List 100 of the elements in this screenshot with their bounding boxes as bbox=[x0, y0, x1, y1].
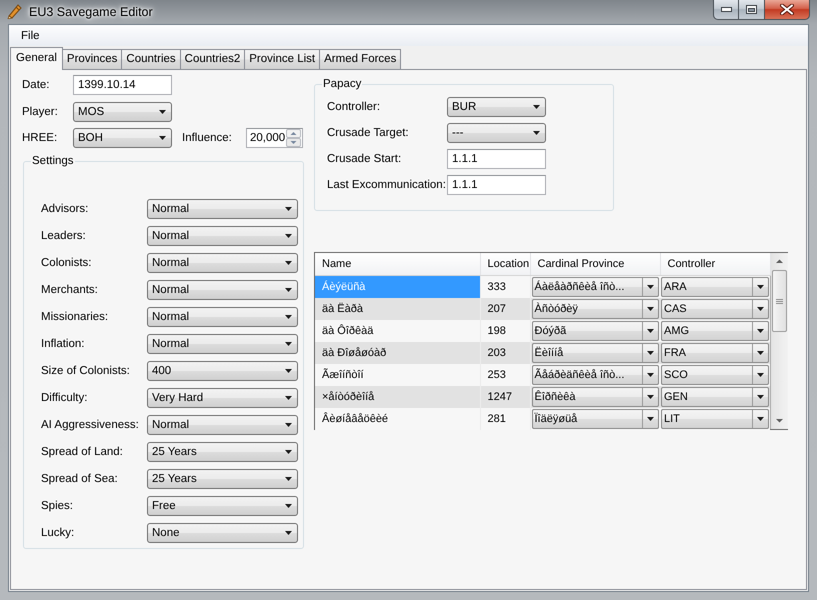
dropdown[interactable]: Very Hard bbox=[147, 388, 298, 408]
column-header[interactable]: Controller bbox=[660, 253, 770, 275]
caret-icon bbox=[285, 423, 292, 427]
tab[interactable]: Countries bbox=[121, 49, 181, 69]
caret-icon bbox=[285, 315, 292, 319]
table-cell[interactable]: äà Ôîðêàä bbox=[315, 320, 480, 342]
dropdown[interactable]: 400 bbox=[147, 361, 298, 381]
cell-dropdown[interactable]: Ëèîííå bbox=[532, 342, 659, 362]
table-cell[interactable]: 198 bbox=[480, 320, 530, 342]
table-cell[interactable]: 253 bbox=[480, 364, 530, 386]
setting-label: Advisors: bbox=[41, 203, 90, 215]
caret-icon bbox=[757, 284, 764, 288]
field-label: HREE: bbox=[22, 132, 58, 144]
maximize-button[interactable] bbox=[739, 0, 765, 20]
minimize-button[interactable] bbox=[713, 0, 739, 20]
cell-dropdown[interactable]: SCO bbox=[661, 364, 769, 384]
minimize-icon bbox=[720, 7, 732, 12]
table-cell[interactable]: 203 bbox=[480, 342, 530, 364]
dropdown[interactable]: MOS bbox=[73, 102, 172, 122]
window-title: EU3 Savegame Editor bbox=[29, 4, 153, 20]
cell-dropdown[interactable]: GEN bbox=[661, 386, 769, 406]
field-label: Player: bbox=[22, 106, 59, 118]
caret-icon bbox=[285, 288, 292, 292]
close-button[interactable] bbox=[765, 0, 810, 20]
cell-dropdown[interactable]: Êîðñèêà bbox=[532, 386, 659, 406]
caret-icon bbox=[647, 306, 654, 310]
caret-icon bbox=[285, 234, 292, 238]
dropdown[interactable]: None bbox=[147, 523, 298, 543]
text-field[interactable]: 1399.10.14 bbox=[73, 75, 172, 95]
table-cell[interactable]: Ãæîíñòîí bbox=[315, 364, 480, 386]
dropdown[interactable]: BOH bbox=[73, 128, 172, 148]
dropdown[interactable]: Normal bbox=[147, 280, 298, 300]
tab[interactable]: Province List bbox=[244, 49, 320, 69]
dropdown[interactable]: Normal bbox=[147, 334, 298, 354]
text-field[interactable]: 1.1.1 bbox=[447, 149, 546, 169]
cell-dropdown[interactable]: Àñòóðèÿ bbox=[532, 298, 659, 318]
dropdown[interactable]: BUR bbox=[447, 97, 546, 117]
dropdown[interactable]: Normal bbox=[147, 415, 298, 435]
caret-icon bbox=[285, 477, 292, 481]
table-cell[interactable]: ×åíòóðèîíå bbox=[315, 386, 480, 408]
column-header[interactable]: Location bbox=[480, 253, 530, 275]
cell-dropdown[interactable]: AMG bbox=[661, 320, 769, 340]
cell-dropdown[interactable]: FRA bbox=[661, 342, 769, 362]
number-field[interactable]: 20,000 bbox=[246, 128, 303, 148]
tab[interactable]: Provinces bbox=[62, 49, 122, 69]
scrollbar[interactable] bbox=[770, 253, 788, 429]
setting-label: AI Aggressiveness: bbox=[41, 419, 140, 431]
cell-dropdown[interactable]: LIT bbox=[661, 408, 769, 428]
caret-icon bbox=[757, 394, 764, 398]
tab[interactable]: Countries2 bbox=[180, 49, 246, 69]
caret-icon bbox=[757, 416, 764, 420]
cell-dropdown[interactable]: Ãåáðèäñêèå îñò... bbox=[532, 364, 659, 384]
caret-icon bbox=[285, 396, 292, 400]
caret-icon bbox=[159, 110, 166, 114]
tab[interactable]: Armed Forces bbox=[319, 49, 402, 69]
caret-icon bbox=[159, 136, 166, 140]
table-cell[interactable]: äà Ëàðà bbox=[315, 298, 480, 320]
cell-dropdown[interactable]: Ðóýðã bbox=[532, 320, 659, 340]
dropdown[interactable]: 25 Years bbox=[147, 442, 298, 462]
caret-icon bbox=[757, 350, 764, 354]
column-header[interactable]: Cardinal Province bbox=[530, 253, 660, 275]
caret-icon bbox=[647, 350, 654, 354]
dropdown[interactable]: Normal bbox=[147, 226, 298, 246]
cell-dropdown[interactable]: Áàëåàðñêèå îñò... bbox=[532, 276, 659, 296]
dropdown[interactable]: 25 Years bbox=[147, 469, 298, 489]
field-label: Crusade Target: bbox=[327, 127, 410, 139]
setting-label: Inflation: bbox=[41, 338, 86, 350]
table-cell[interactable]: äà Ðîøåøóàð bbox=[315, 342, 480, 364]
dropdown[interactable]: Free bbox=[147, 496, 298, 516]
text-field[interactable]: 1.1.1 bbox=[447, 175, 546, 195]
field-label: Last Excommunication: bbox=[327, 179, 447, 191]
menu-item[interactable]: File bbox=[14, 26, 47, 44]
column-header[interactable]: Name bbox=[315, 253, 480, 275]
field-label: Influence: bbox=[182, 132, 233, 144]
dropdown[interactable]: Normal bbox=[147, 307, 298, 327]
caret-icon bbox=[647, 284, 654, 288]
cell-dropdown[interactable]: ARA bbox=[661, 276, 769, 296]
setting-label: Difficulty: bbox=[41, 392, 88, 404]
dropdown[interactable]: Normal bbox=[147, 253, 298, 273]
table-cell[interactable]: 281 bbox=[480, 408, 530, 430]
setting-label: Size of Colonists: bbox=[41, 365, 131, 377]
field-label: Controller: bbox=[327, 101, 382, 113]
scrollbar-thumb[interactable] bbox=[772, 270, 786, 332]
dropdown[interactable]: --- bbox=[447, 123, 546, 143]
cell-dropdown[interactable]: CAS bbox=[661, 298, 769, 318]
tab[interactable]: General bbox=[10, 47, 63, 70]
group-title: Settings bbox=[31, 154, 75, 168]
table-cell[interactable]: 333 bbox=[480, 275, 530, 298]
table-cell[interactable]: 1247 bbox=[480, 386, 530, 408]
grip-icon bbox=[776, 298, 782, 304]
table-cell[interactable]: 207 bbox=[480, 298, 530, 320]
pencil-icon bbox=[7, 3, 23, 19]
caret-icon bbox=[533, 131, 540, 135]
table-cell[interactable]: Âèøíåâåöêèé bbox=[315, 408, 480, 430]
dropdown[interactable]: Normal bbox=[147, 199, 298, 219]
setting-label: Leaders: bbox=[41, 230, 87, 242]
caret-icon bbox=[285, 504, 292, 508]
caret-icon bbox=[285, 369, 292, 373]
cell-dropdown[interactable]: Ïîäëÿøüå bbox=[532, 408, 659, 428]
caret-icon bbox=[647, 394, 654, 398]
